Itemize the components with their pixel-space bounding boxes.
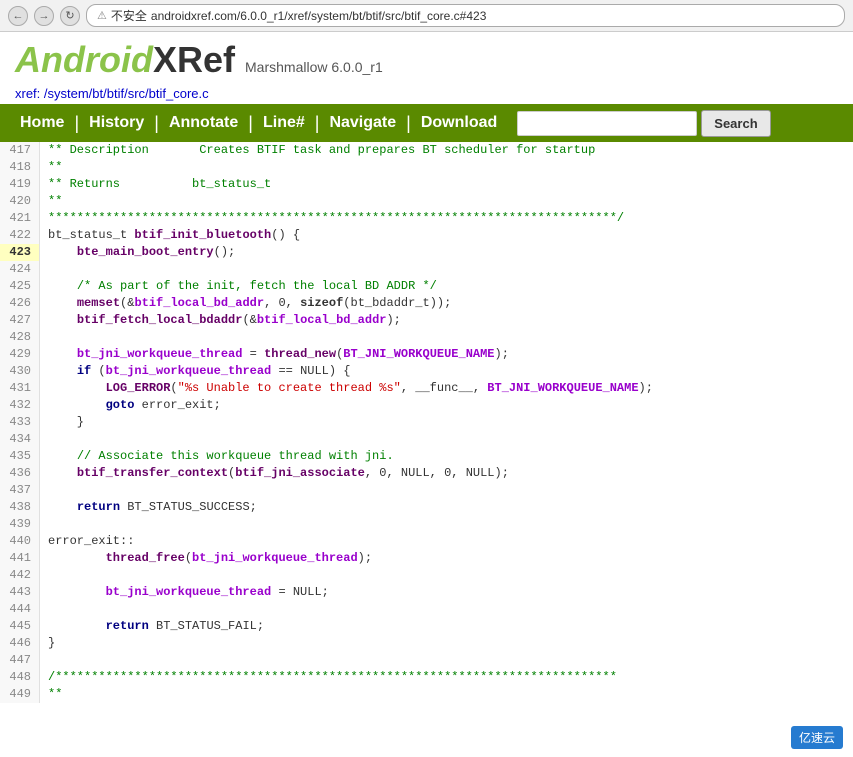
table-row: 438 return BT_STATUS_SUCCESS; <box>0 499 853 516</box>
table-row: 424 <box>0 261 853 278</box>
browser-chrome: ← → ↻ ⚠ 不安全 androidxref.com/6.0.0_r1/xre… <box>0 0 853 32</box>
table-row: 442 <box>0 567 853 584</box>
table-row: 434 <box>0 431 853 448</box>
table-row: 437 <box>0 482 853 499</box>
table-row: 423 bte_main_boot_entry(); <box>0 244 853 261</box>
table-row: 420 ** <box>0 193 853 210</box>
logo-android: Android <box>15 39 153 80</box>
table-row: 428 <box>0 329 853 346</box>
table-row: 447 <box>0 652 853 669</box>
table-row: 436 btif_transfer_context(btif_jni_assoc… <box>0 465 853 482</box>
table-row: 417 ** Description Creates BTIF task and… <box>0 142 853 159</box>
nav-annotate[interactable]: Annotate <box>159 106 248 140</box>
table-row: 429 bt_jni_workqueue_thread = thread_new… <box>0 346 853 363</box>
table-row: 446 } <box>0 635 853 652</box>
logo-area: AndroidXRef Marshmallow 6.0.0_r1 <box>0 32 853 83</box>
table-row: 443 bt_jni_workqueue_thread = NULL; <box>0 584 853 601</box>
search-button[interactable]: Search <box>701 110 770 137</box>
table-row: 431 LOG_ERROR("%s Unable to create threa… <box>0 380 853 397</box>
table-row: 427 btif_fetch_local_bdaddr(&btif_local_… <box>0 312 853 329</box>
table-row: 444 <box>0 601 853 618</box>
nav-download[interactable]: Download <box>411 106 507 140</box>
reload-button[interactable]: ↻ <box>60 6 80 26</box>
logo-version: Marshmallow 6.0.0_r1 <box>245 59 383 75</box>
breadcrumb: xref: /system/bt/btif/src/btif_core.c <box>0 83 853 104</box>
nav-navigate[interactable]: Navigate <box>319 106 406 140</box>
nav-home[interactable]: Home <box>10 106 74 140</box>
table-row: 430 if (bt_jni_workqueue_thread == NULL)… <box>0 363 853 380</box>
logo-xref: XRef <box>153 39 235 80</box>
table-row: 448 /***********************************… <box>0 669 853 686</box>
table-row: 425 /* As part of the init, fetch the lo… <box>0 278 853 295</box>
table-row: 435 // Associate this workqueue thread w… <box>0 448 853 465</box>
forward-button[interactable]: → <box>34 6 54 26</box>
code-area: 417 ** Description Creates BTIF task and… <box>0 142 853 703</box>
table-row: 421 ************************************… <box>0 210 853 227</box>
table-row: 418 ** <box>0 159 853 176</box>
table-row: 422 bt_status_t btif_init_bluetooth() { <box>0 227 853 244</box>
table-row: 432 goto error_exit; <box>0 397 853 414</box>
table-row: 445 return BT_STATUS_FAIL; <box>0 618 853 635</box>
table-row: 449 ** <box>0 686 853 703</box>
table-row: 426 memset(&btif_local_bd_addr, 0, sizeo… <box>0 295 853 312</box>
table-row: 440 error_exit:: <box>0 533 853 550</box>
search-input[interactable] <box>517 111 697 136</box>
address-bar[interactable]: ⚠ 不安全 androidxref.com/6.0.0_r1/xref/syst… <box>86 4 845 27</box>
security-icon: ⚠ <box>97 9 107 22</box>
table-row: 433 } <box>0 414 853 431</box>
table-row: 441 thread_free(bt_jni_workqueue_thread)… <box>0 550 853 567</box>
nav-bar: Home | History | Annotate | Line# | Navi… <box>0 104 853 142</box>
table-row: 419 ** Returns bt_status_t <box>0 176 853 193</box>
watermark: 亿速云 <box>791 726 843 749</box>
back-button[interactable]: ← <box>8 6 28 26</box>
security-label: 不安全 <box>111 7 147 24</box>
table-row: 439 <box>0 516 853 533</box>
nav-history[interactable]: History <box>79 106 154 140</box>
nav-line[interactable]: Line# <box>253 106 315 140</box>
url-display: androidxref.com/6.0.0_r1/xref/system/bt/… <box>151 9 486 23</box>
